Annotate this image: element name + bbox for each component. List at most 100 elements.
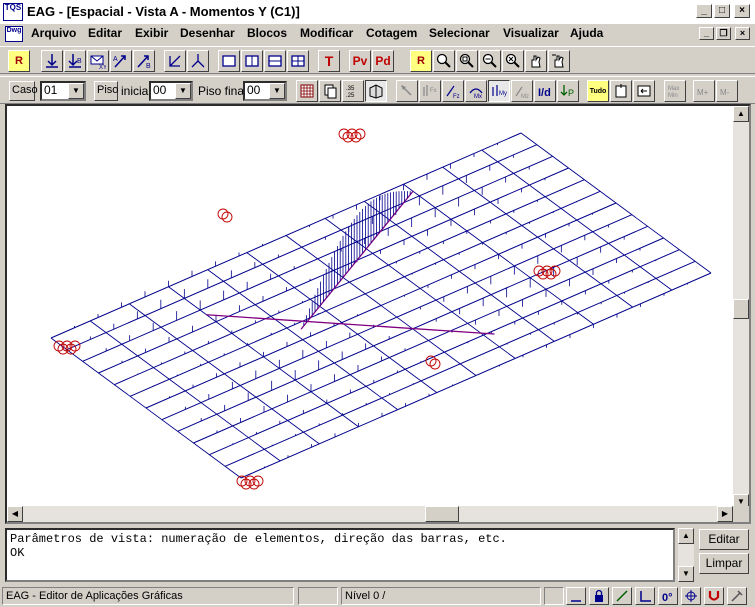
close-button[interactable]: ×: [734, 4, 750, 18]
piso-final-label: Piso final: [198, 84, 247, 98]
menu-blocos[interactable]: Blocos: [247, 26, 287, 40]
tee-button[interactable]: T: [318, 50, 340, 72]
pv-button[interactable]: Pv: [349, 50, 371, 72]
my-moment-icon[interactable]: My: [488, 80, 510, 102]
menu-selecionar[interactable]: Selecionar: [429, 26, 490, 40]
load-p-icon[interactable]: P: [557, 80, 579, 102]
svg-text:Mz: Mz: [521, 94, 529, 99]
command-console[interactable]: Parâmetros de vista: numeração de elemen…: [5, 528, 675, 582]
menu-arquivo[interactable]: Arquivo: [31, 26, 76, 40]
window-split-v-icon[interactable]: [241, 50, 263, 72]
caso-select[interactable]: 01 ▼: [40, 81, 86, 101]
redraw-button[interactable]: R: [8, 50, 30, 72]
arrow-a-icon[interactable]: A: [110, 50, 132, 72]
fz-force-icon[interactable]: Fz: [442, 80, 464, 102]
sort-values-icon[interactable]: .35.25: [342, 80, 364, 102]
svg-text:Fz: Fz: [453, 94, 460, 99]
doc-restore-button[interactable]: ❐: [716, 27, 731, 40]
main-toolbar: R B XY A B T Pv Pd R: [0, 46, 755, 74]
max-positive-icon[interactable]: M+: [693, 80, 715, 102]
menu-cotagem[interactable]: Cotagem: [366, 26, 417, 40]
copy-icon[interactable]: [319, 80, 341, 102]
zoom-out-icon[interactable]: [479, 50, 501, 72]
tudo-button[interactable]: Tudo: [587, 80, 609, 102]
undo-view-icon[interactable]: [633, 80, 655, 102]
scroll-up-icon[interactable]: ▲: [733, 106, 749, 122]
grid-icon[interactable]: [296, 80, 318, 102]
console-line: OK: [10, 546, 25, 560]
horizontal-scroll-thumb[interactable]: [425, 506, 459, 522]
pan-realtime-icon[interactable]: [548, 50, 570, 72]
building-3d-icon[interactable]: [365, 80, 387, 102]
window-single-icon[interactable]: [218, 50, 240, 72]
vertical-scroll-thumb[interactable]: [733, 299, 749, 319]
select-element-icon[interactable]: [396, 80, 418, 102]
app-icon[interactable]: TQS: [3, 3, 23, 21]
menu-desenhar[interactable]: Desenhar: [180, 26, 235, 40]
pv-label: Pv: [352, 54, 368, 68]
minimize-button[interactable]: _: [696, 4, 712, 18]
menu-modificar[interactable]: Modificar: [300, 26, 353, 40]
regen-button[interactable]: R: [410, 50, 432, 72]
zoom-previous-icon[interactable]: [502, 50, 524, 72]
doc-close-button[interactable]: ×: [735, 27, 750, 40]
add-document-icon[interactable]: [610, 80, 632, 102]
window-split-h-icon[interactable]: [264, 50, 286, 72]
caso-dropdown-icon[interactable]: ▼: [68, 83, 84, 99]
fx-force-icon[interactable]: Fx: [419, 80, 441, 102]
piso-final-dropdown-icon[interactable]: ▼: [269, 83, 285, 99]
menu-exibir[interactable]: Exibir: [135, 26, 168, 40]
magnet-icon[interactable]: [704, 587, 724, 605]
max-negative-icon[interactable]: M-: [716, 80, 738, 102]
editar-button[interactable]: Editar: [699, 529, 749, 550]
transverse-beam-line: [324, 218, 516, 359]
vertical-scrollbar[interactable]: ▲ ▼: [733, 106, 749, 510]
menu-ajuda[interactable]: Ajuda: [570, 26, 603, 40]
scroll-right-icon[interactable]: ▶: [717, 506, 733, 522]
piso-inicial-dropdown-icon[interactable]: ▼: [175, 83, 191, 99]
window-quad-icon[interactable]: [287, 50, 309, 72]
diagram-vd-icon[interactable]: I/d: [534, 80, 556, 102]
horizontal-scrollbar[interactable]: ◀ ▶: [7, 506, 733, 522]
zoom-all-icon[interactable]: [456, 50, 478, 72]
max-min-icon[interactable]: Max Min: [664, 80, 686, 102]
drawing-canvas[interactable]: ▲ ▼ ◀ ▶: [5, 104, 751, 524]
console-scroll-down-icon[interactable]: ▼: [678, 566, 694, 582]
tools-icon[interactable]: [727, 587, 747, 605]
doc-minimize-button[interactable]: _: [699, 27, 714, 40]
line-draw-icon[interactable]: [612, 587, 632, 605]
scroll-left-icon[interactable]: ◀: [7, 506, 23, 522]
piso-inicial-select[interactable]: 00 ▼: [149, 81, 193, 101]
zoom-window-icon[interactable]: [433, 50, 455, 72]
target-icon[interactable]: [681, 587, 701, 605]
structural-moment-drawing[interactable]: [7, 106, 733, 506]
insert-b-icon[interactable]: B: [64, 50, 86, 72]
status-level: Nível 0 /: [341, 587, 541, 605]
arrow-b-icon[interactable]: B: [133, 50, 155, 72]
rotate-axes-icon[interactable]: [164, 50, 186, 72]
limpar-button[interactable]: Limpar: [699, 553, 749, 574]
transverse-beam-line: [129, 303, 320, 445]
mx-moment-icon[interactable]: Mx: [465, 80, 487, 102]
pan-hand-icon[interactable]: [525, 50, 547, 72]
maximize-button[interactable]: □: [714, 4, 730, 18]
document-icon[interactable]: Dwg: [5, 26, 23, 42]
pd-button[interactable]: Pd: [372, 50, 394, 72]
snap-icon[interactable]: [566, 587, 586, 605]
envelope-xy-icon[interactable]: XY: [87, 50, 109, 72]
ortho-icon[interactable]: [635, 587, 655, 605]
piso-button[interactable]: Piso: [94, 81, 118, 101]
console-scroll-up-icon[interactable]: ▲: [678, 528, 694, 544]
piso-final-select[interactable]: 00 ▼: [243, 81, 287, 101]
caso-button[interactable]: Caso: [9, 81, 38, 101]
regen-label: R: [417, 55, 425, 67]
console-scrollbar[interactable]: ▲ ▼: [678, 528, 694, 582]
lock-icon[interactable]: [589, 587, 609, 605]
insert-icon[interactable]: [41, 50, 63, 72]
menu-visualizar[interactable]: Visualizar: [503, 26, 559, 40]
mz-moment-icon[interactable]: Mz: [511, 80, 533, 102]
svg-text:B: B: [77, 58, 82, 65]
axes-xyz-icon[interactable]: [187, 50, 209, 72]
menu-editar[interactable]: Editar: [88, 26, 122, 40]
angle-zero-icon[interactable]: 0°: [658, 587, 678, 605]
